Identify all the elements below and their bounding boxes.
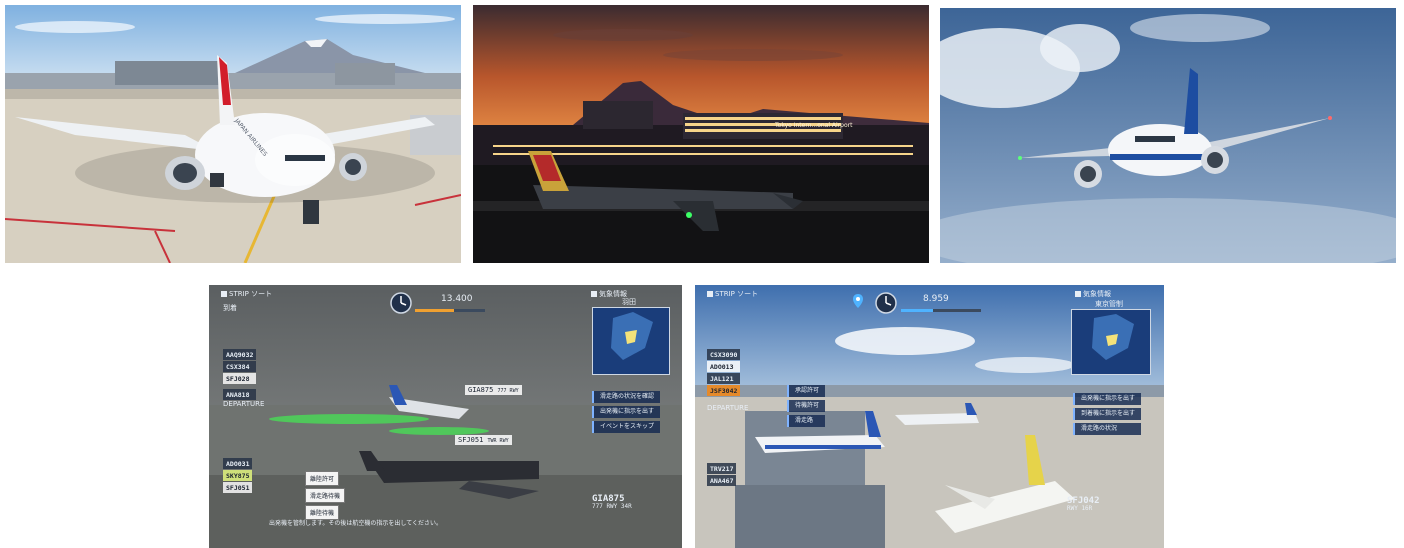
strip-aaq9032[interactable]: AAQ9032	[223, 349, 257, 360]
map-title: 羽田	[622, 298, 636, 306]
menu-departure-instruction[interactable]: 出発機に指示を出す	[1073, 393, 1142, 405]
list-icon	[707, 291, 713, 297]
minimap[interactable]	[592, 307, 670, 375]
center-button-hold[interactable]: 待機許可	[787, 400, 826, 412]
progress-bar	[415, 309, 485, 312]
strip-sky875[interactable]: SKY875	[223, 470, 253, 481]
section-arrival: 到着	[223, 304, 237, 312]
departure-strip-list: TRV217 ANA467	[707, 463, 737, 486]
strip-ado031[interactable]: ADO031	[223, 458, 253, 469]
tag-gia875[interactable]: GIA875 777 RWY	[465, 385, 522, 395]
mode-label[interactable]: STRIP ソート	[707, 291, 758, 298]
center-button-runway[interactable]: 滑走路	[787, 415, 826, 427]
menu-runway-status[interactable]: 滑走路の状況を確認	[592, 391, 661, 403]
strip-jsf3042[interactable]: JSF3042	[707, 385, 741, 396]
camera-icon	[1075, 291, 1081, 297]
strip-csx3090[interactable]: CSX3090	[707, 349, 741, 360]
camera-icon	[591, 291, 597, 297]
strip-ado013[interactable]: ADO013	[707, 361, 741, 372]
menu-runway-status[interactable]: 滑走路の状況	[1073, 423, 1142, 435]
right-menu: 出発機に指示を出す 到着機に指示を出す 滑走路の状況	[1073, 393, 1142, 435]
departure-strip-list: ADO031 SKY875 SFJ051	[223, 458, 253, 493]
arrival-strip-list: AAQ9032 CSX384 SFJ028 ANA818	[223, 349, 257, 400]
screenshot-ana-flight	[940, 8, 1396, 263]
map-title: 東京管制	[1095, 300, 1123, 308]
screenshot-jal-taxi: JAPAN AIRLINES	[5, 5, 461, 263]
minimap[interactable]	[1071, 309, 1151, 375]
header-right[interactable]: 気象情報	[1075, 291, 1111, 298]
right-menu: 滑走路の状況を確認 出発機に指示を出す イベントをスキップ	[592, 391, 661, 433]
center-button-approval[interactable]: 承認許可	[787, 385, 826, 397]
info-panel: GIA875 777 RWY 34R	[592, 494, 632, 511]
center-menu: 承認許可 待機許可 滑走路	[787, 385, 826, 427]
command-takeoff-clearance[interactable]: 離陸許可	[305, 471, 340, 486]
screenshot-hud-fog: STRIP ソート 気象情報 13.400 羽田 到着 AAQ9032 CSX3…	[209, 285, 682, 548]
arrival-strip-list: CSX3090 ADO013 JAL121 JSF3042	[707, 349, 741, 396]
list-icon	[221, 291, 227, 297]
menu-skip-event[interactable]: イベントをスキップ	[592, 421, 661, 433]
section-departure: DEPARTURE	[223, 400, 265, 408]
menu-departure-instruction[interactable]: 出発機に指示を出す	[592, 406, 661, 418]
command-takeoff-wait[interactable]: 離陸待機	[305, 505, 340, 520]
clock-icon	[875, 292, 897, 314]
strip-trv217[interactable]: TRV217	[707, 463, 737, 474]
progress-bar	[901, 309, 981, 312]
clock-icon	[390, 292, 412, 314]
clock-value: 8.959	[923, 294, 949, 304]
section-departure: DEPARTURE	[707, 404, 749, 412]
strip-sfj028[interactable]: SFJ028	[223, 373, 257, 384]
mode-label[interactable]: STRIP ソート	[221, 291, 272, 298]
strip-sfj051[interactable]: SFJ051	[223, 482, 253, 493]
strip-jal121[interactable]: JAL121	[707, 373, 741, 384]
screenshot-sunset-terminal: Tokyo Intern...onal Airport	[473, 5, 929, 263]
strip-csx384[interactable]: CSX384	[223, 361, 257, 372]
strip-ana467[interactable]: ANA467	[707, 475, 737, 486]
command-runway-hold[interactable]: 滑走路待機	[305, 488, 346, 503]
clock-value: 13.400	[441, 294, 473, 304]
screenshot-hud-clear: STRIP ソート 気象情報 8.959 東京管制 CSX3090 ADO013…	[695, 285, 1164, 548]
menu-arrival-instruction[interactable]: 到着機に指示を出す	[1073, 408, 1142, 420]
strip-ana818[interactable]: ANA818	[223, 389, 257, 400]
bottom-message: 出発機を管制します。その後は航空機の指示を出してください。	[269, 520, 443, 527]
terminal-sign: Tokyo Intern...onal Airport	[775, 122, 853, 129]
tag-sfj051[interactable]: SFJ051 TWR RWY	[455, 435, 512, 445]
location-pin-icon	[853, 294, 863, 308]
info-panel: SFJ042 RWY 16R	[1067, 496, 1100, 513]
